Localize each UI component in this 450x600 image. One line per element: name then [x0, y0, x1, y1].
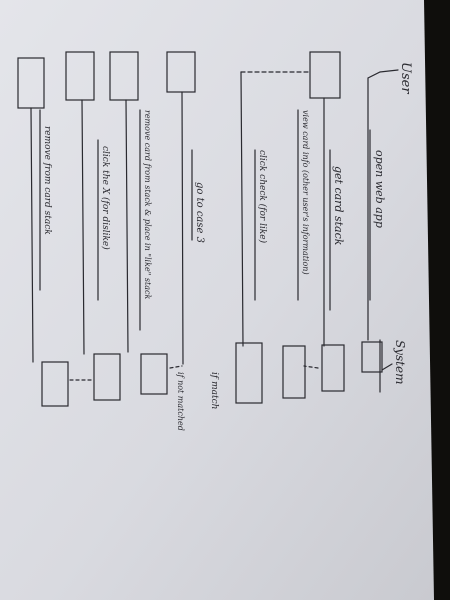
- message-click-check: click check (for like): [257, 150, 268, 244]
- message-open-web-app: open web app: [373, 150, 386, 228]
- message-if-match: if match: [209, 372, 219, 409]
- message-click-x: click the X (for dislike): [100, 146, 111, 250]
- actor-user-label: User: [398, 62, 413, 94]
- photo-of-paper: User System open web app get card stack …: [0, 0, 450, 600]
- message-remove-from-card-stack: remove from card stack: [42, 126, 52, 235]
- actor-system-label: System: [393, 340, 407, 384]
- message-if-not-matched: if not matched: [176, 372, 185, 431]
- message-go-to-case-3: go to case 3: [194, 182, 205, 243]
- message-remove-card-place-like: remove card from stack & place in "like"…: [143, 110, 152, 299]
- message-view-card-info: view card info (other user's information…: [301, 110, 310, 275]
- message-get-card-stack: get card stack: [332, 166, 345, 246]
- paper-sheet: [0, 0, 434, 600]
